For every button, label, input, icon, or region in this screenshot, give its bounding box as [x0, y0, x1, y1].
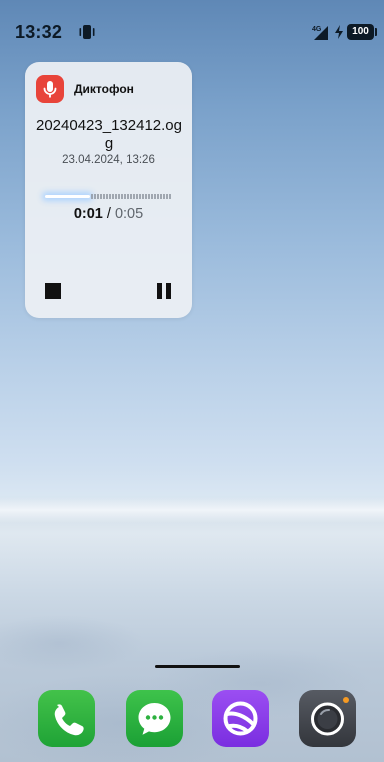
widget-header: Диктофон [36, 75, 182, 103]
messages-icon [138, 703, 171, 735]
messages-app-button[interactable] [126, 690, 183, 747]
status-time: 13:32 [15, 22, 63, 42]
home-screen: 13:32 4G 100 Диктофон 20240423_132412.og… [0, 0, 384, 762]
browser-app-button[interactable] [212, 690, 269, 747]
microphone-icon [43, 81, 57, 98]
progress-played [45, 195, 90, 198]
progress-remaining [91, 194, 171, 199]
battery-tip [375, 28, 377, 36]
app-icon-container [36, 75, 64, 103]
playback-time: 0:01 / 0:05 [25, 206, 192, 222]
camera-app-button[interactable] [299, 690, 356, 747]
stop-button[interactable] [45, 283, 61, 299]
home-indicator[interactable] [155, 665, 240, 668]
camera-icon [311, 697, 349, 736]
charging-icon [335, 25, 343, 39]
status-bar: 13:32 4G 100 [0, 0, 384, 66]
phone-app-button[interactable] [38, 690, 95, 747]
wallpaper-horizon [0, 497, 384, 523]
elapsed-time: 0:01 [73, 206, 103, 222]
time-separator: / [102, 206, 115, 222]
recorder-widget[interactable]: Диктофон 20240423_132412.ogg 23.04.2024,… [25, 62, 192, 318]
network-type: 4G [312, 26, 322, 33]
recording-datetime: 23.04.2024, 13:26 [62, 154, 155, 166]
vibrate-icon [79, 25, 95, 39]
pause-button[interactable] [156, 283, 172, 299]
browser-icon [223, 701, 258, 736]
battery-level: 100 [352, 26, 369, 37]
battery-icon: 100 [347, 24, 374, 40]
recording-filename: 20240423_132412.ogg [36, 117, 182, 152]
phone-icon [54, 704, 84, 736]
signal-icon: 4G [312, 26, 328, 40]
app-name: Диктофон [74, 82, 134, 96]
total-duration: 0:05 [114, 206, 144, 222]
playback-progress[interactable] [45, 188, 171, 204]
